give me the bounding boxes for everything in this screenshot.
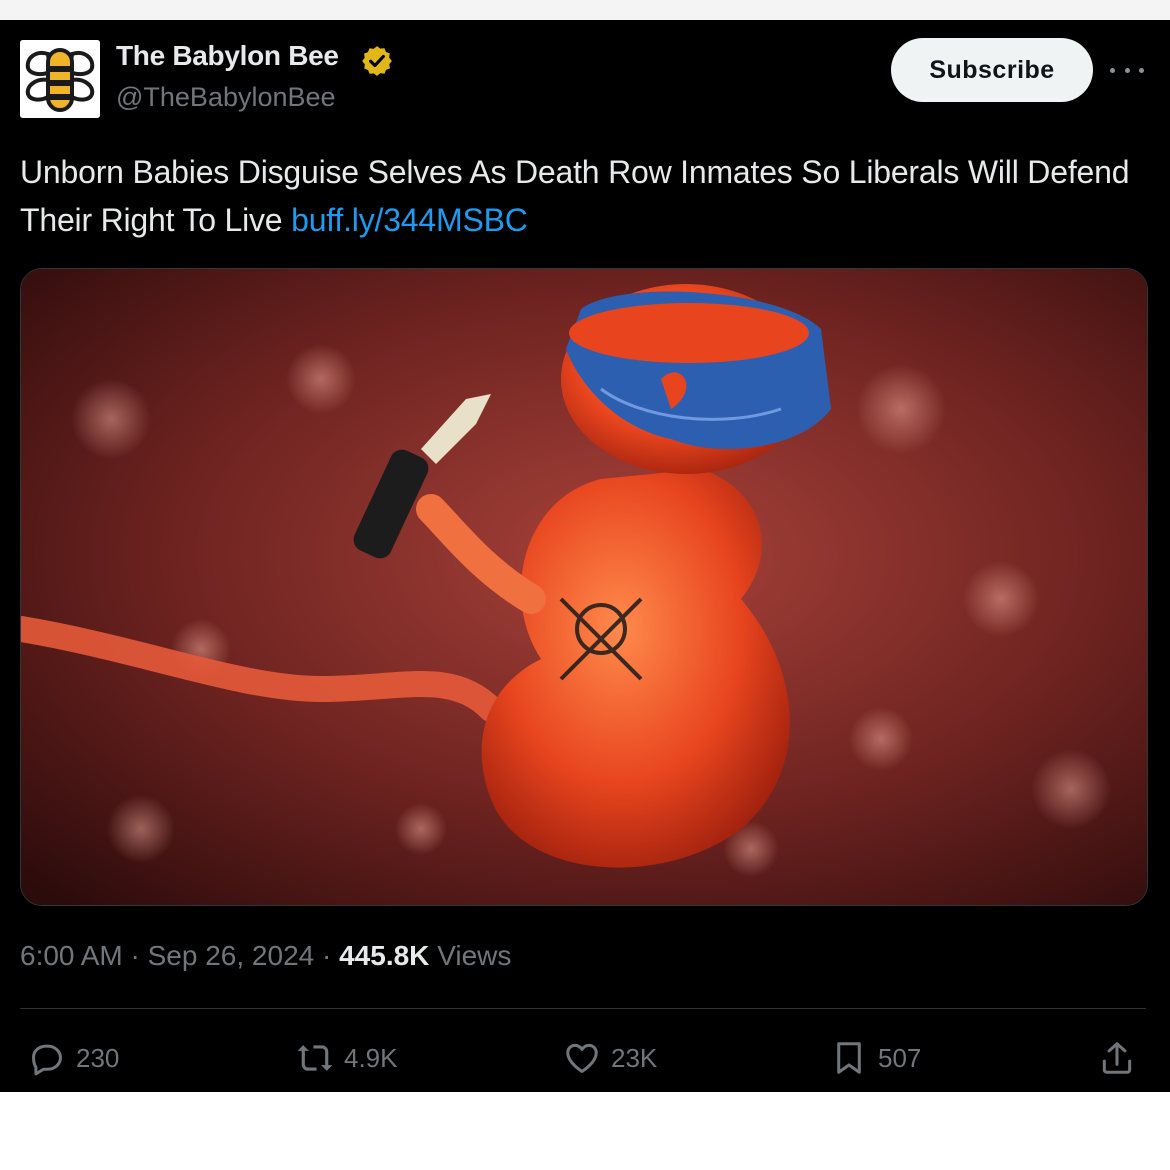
- more-dot: [1139, 67, 1144, 73]
- avatar[interactable]: [20, 40, 100, 118]
- like-icon: [566, 1043, 598, 1073]
- reply-button[interactable]: 230: [28, 1038, 119, 1078]
- more-dot: [1124, 67, 1130, 73]
- bookmark-button[interactable]: 507: [830, 1038, 921, 1078]
- bookmark-count: 507: [878, 1042, 922, 1073]
- views-count: 445.8K: [339, 940, 430, 971]
- like-count: 23K: [611, 1042, 658, 1073]
- verified-badge-icon[interactable]: [360, 44, 394, 78]
- tweet-text: Unborn Babies Disguise Selves As Death R…: [20, 148, 1140, 244]
- more-icon[interactable]: [1110, 60, 1144, 80]
- divider: [20, 1008, 1146, 1009]
- meta-separator: ·: [322, 940, 340, 971]
- tweet-body: Unborn Babies Disguise Selves As Death R…: [20, 154, 1130, 238]
- tweet-date[interactable]: Sep 26, 2024: [148, 940, 315, 971]
- fetus-illustration: [21, 269, 1147, 905]
- more-dot: [1110, 67, 1115, 73]
- repost-button[interactable]: 4.9K: [296, 1038, 398, 1078]
- babylon-bee-logo: [20, 40, 100, 118]
- like-button[interactable]: 23K: [563, 1038, 657, 1078]
- reply-icon: [32, 1044, 62, 1076]
- tweet-link[interactable]: buff.ly/344MSBC: [291, 202, 528, 238]
- tweet-image[interactable]: [20, 268, 1148, 906]
- tweet-time[interactable]: 6:00 AM: [20, 940, 123, 971]
- reply-count: 230: [76, 1042, 120, 1073]
- share-icon: [1102, 1042, 1132, 1074]
- bookmark-icon: [837, 1042, 861, 1074]
- meta-separator: ·: [130, 940, 148, 971]
- repost-icon: [297, 1045, 333, 1071]
- views-label: Views: [437, 940, 512, 971]
- subscribe-button[interactable]: Subscribe: [891, 38, 1093, 102]
- repost-count: 4.9K: [344, 1042, 398, 1073]
- tweet-card: The Babylon Bee @TheBabylonBee Subscribe…: [0, 20, 1170, 1092]
- account-handle[interactable]: @TheBabylonBee: [116, 82, 336, 113]
- share-button[interactable]: [1098, 1038, 1146, 1078]
- tweet-meta: 6:00 AM · Sep 26, 2024 · 445.8K Views: [20, 940, 511, 972]
- account-name[interactable]: The Babylon Bee: [116, 40, 339, 72]
- top-strip: [0, 0, 1170, 20]
